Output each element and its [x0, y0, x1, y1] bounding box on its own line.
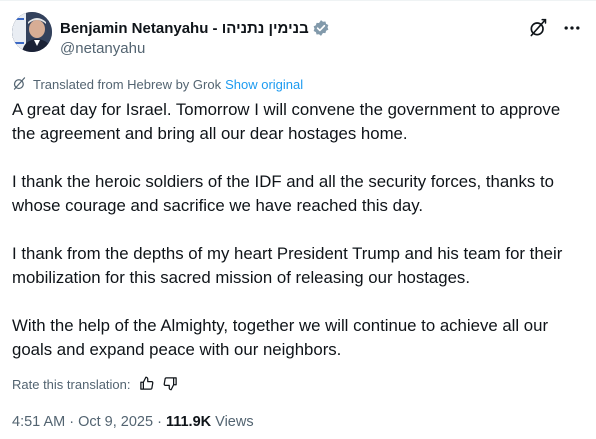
rate-translation-label: Rate this translation: — [12, 376, 131, 392]
meta-separator: · — [153, 414, 166, 430]
author-handle[interactable]: @netanyahu — [60, 40, 145, 57]
top-divider — [0, 0, 596, 1]
author-display-name[interactable]: Benjamin Netanyahu - בנימין נתניהו — [60, 20, 309, 37]
post-time[interactable]: 4:51 AM — [12, 414, 65, 430]
grok-small-icon — [12, 76, 28, 92]
more-options-icon[interactable] — [560, 16, 584, 40]
post-date[interactable]: Oct 9, 2025 — [78, 414, 153, 430]
rate-translation-row: Rate this translation: — [12, 376, 179, 392]
avatar[interactable] — [12, 12, 52, 52]
translation-label: Translated from Hebrew by Grok — [33, 76, 222, 92]
thumbs-up-icon[interactable] — [139, 376, 155, 392]
author-name-row[interactable]: Benjamin Netanyahu - בנימין נתניהו — [60, 19, 330, 37]
show-original-link[interactable]: Show original — [225, 77, 303, 92]
verified-badge-icon — [312, 19, 330, 37]
views-count: 111.9K — [165, 414, 212, 430]
meta-separator: · — [65, 414, 79, 430]
post-paragraph: I thank the heroic soldiers of the IDF a… — [12, 172, 554, 215]
views-label: Views — [215, 414, 254, 430]
post-paragraph: I thank from the depths of my heart Pres… — [12, 244, 563, 287]
post-paragraph: A great day for Israel. Tomorrow I will … — [12, 100, 561, 143]
post-paragraph: With the help of the Almighty, together … — [12, 316, 549, 359]
post-top-actions — [526, 16, 584, 40]
translation-notice: Translated from Hebrew by Grok Show orig… — [12, 76, 303, 92]
post-meta: 4:51 AM · Oct 9, 2025 · 111.9K Views — [12, 414, 254, 430]
thumbs-down-icon[interactable] — [163, 376, 179, 392]
post-body: A great day for Israel. Tomorrow I will … — [12, 98, 587, 362]
grok-icon[interactable] — [526, 16, 550, 40]
